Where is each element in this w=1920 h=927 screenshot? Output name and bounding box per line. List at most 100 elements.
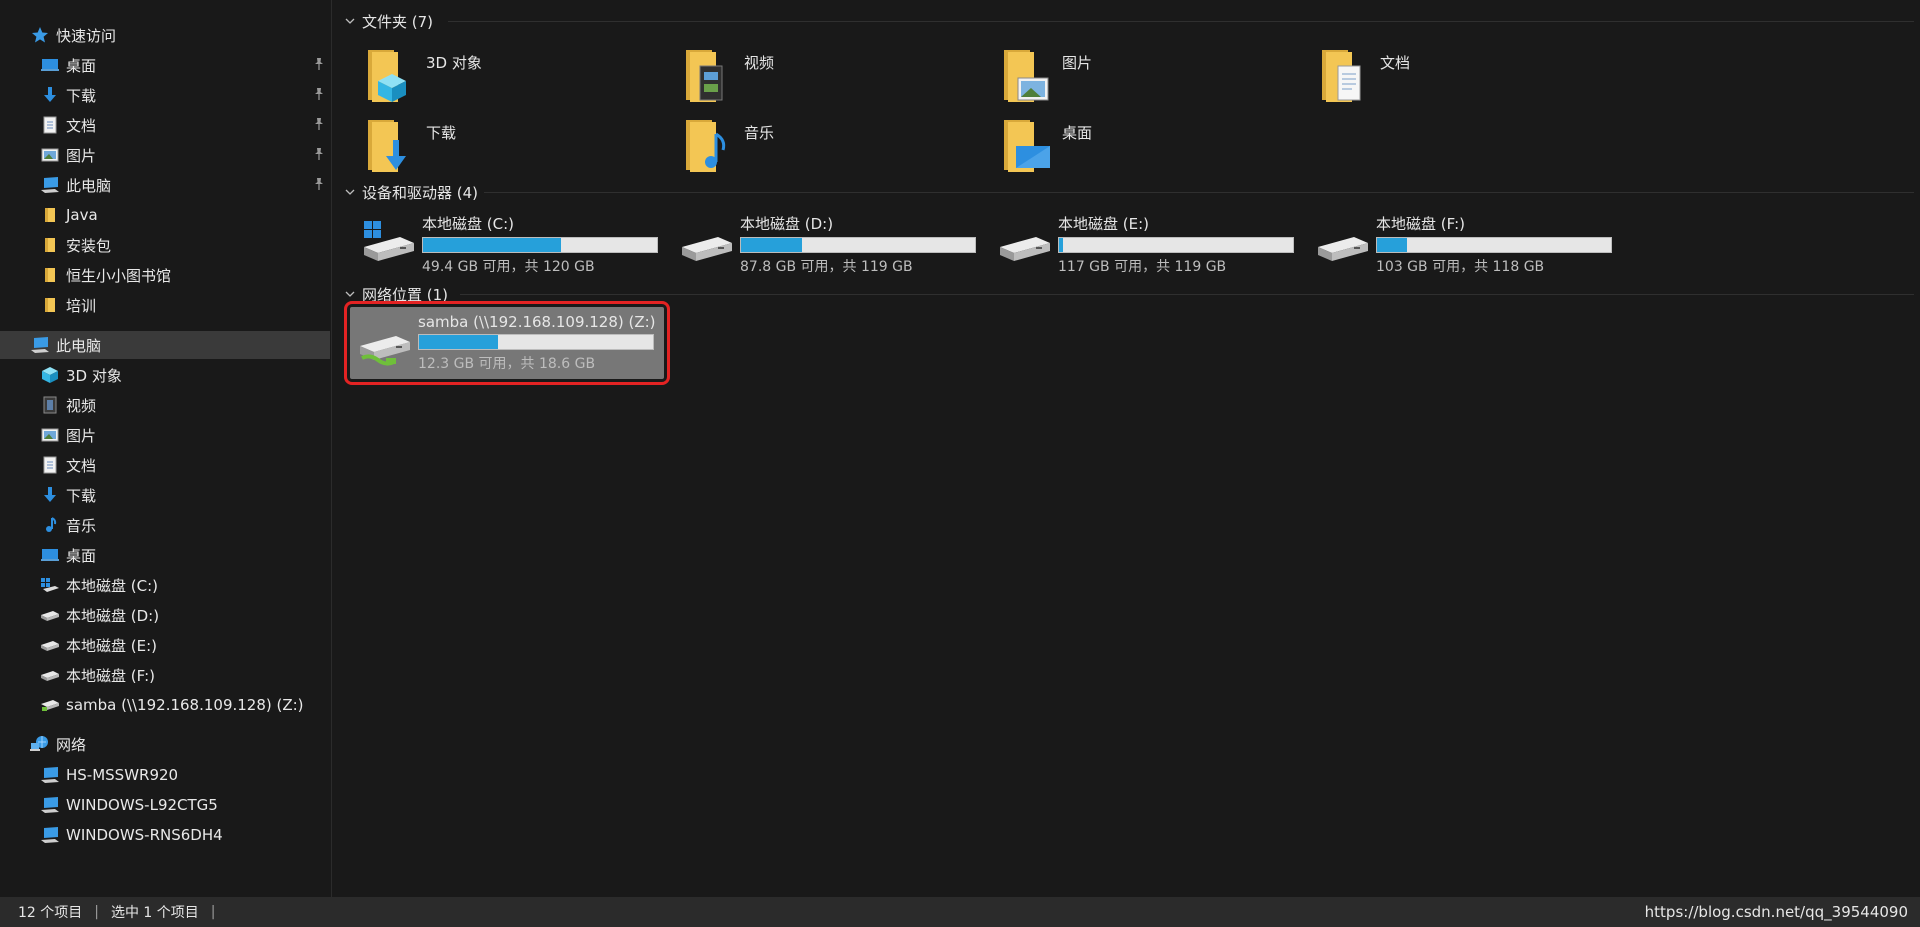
nav-item[interactable]: 下载 [0,481,330,509]
nav-item[interactable]: samba (\\192.168.109.128) (Z:) [0,691,330,719]
folder-tile[interactable]: 桌面 [998,114,1092,178]
nav-label: 图片 [66,426,97,445]
network-icon [30,734,50,754]
nav-item[interactable]: 图片 [0,141,330,169]
nav-network[interactable]: 网络 [0,730,330,758]
usage-bar-fill [419,335,499,349]
nav-item[interactable]: Java [0,201,330,229]
chevron-down-icon [345,291,355,297]
computer-icon [40,765,60,785]
nav-label: 文档 [66,456,97,475]
network-drive-icon [356,318,414,368]
download-icon [40,485,60,505]
drive-tile[interactable]: 本地磁盘 (C:) 49.4 GB 可用，共 120 GB [360,213,658,276]
pin-icon[interactable] [312,87,326,101]
nav-label: 培训 [66,296,97,315]
nav-label: 本地磁盘 (E:) [66,636,158,655]
nav-item[interactable]: 此电脑 [0,171,330,199]
nav-item[interactable]: 本地磁盘 (D:) [0,601,330,629]
picture-icon [40,145,60,165]
drive-space: 49.4 GB 可用，共 120 GB [422,258,595,275]
drive-info: samba (\\192.168.109.128) (Z:) 12.3 GB 可用… [418,313,656,373]
drive-space: 117 GB 可用，共 119 GB [1058,258,1227,275]
video-folder-icon [680,44,740,104]
nav-item[interactable]: 下载 [0,81,330,109]
drive-tile[interactable]: 本地磁盘 (E:) 117 GB 可用，共 119 GB [996,214,1294,275]
nav-item[interactable]: 本地磁盘 (E:) [0,631,330,659]
folder-tile[interactable]: 下载 [362,114,456,178]
nav-label: 本地磁盘 (D:) [66,606,160,625]
nav-item[interactable]: WINDOWS-L92CTG5 [0,791,330,819]
pin-icon[interactable] [312,57,326,71]
nav-item[interactable]: 3D 对象 [0,361,330,389]
star-icon [30,25,50,45]
nav-item[interactable]: 视频 [0,391,330,419]
download-icon [40,85,60,105]
nav-item[interactable]: 本地磁盘 (F:) [0,661,330,689]
nav-label: 快速访问 [56,26,117,45]
group-title: 设备和驱动器 (4) [362,183,479,202]
folder-tile[interactable]: 音乐 [680,114,774,178]
nav-label: Java [66,206,98,224]
nav-item[interactable]: WINDOWS-RNS6DH4 [0,821,330,849]
drive-info: 本地磁盘 (C:) 49.4 GB 可用，共 120 GB [422,213,658,276]
drive-tile[interactable]: 本地磁盘 (F:) 103 GB 可用，共 118 GB [1314,214,1612,275]
drive-tile[interactable]: 本地磁盘 (D:) 87.8 GB 可用，共 119 GB [678,214,976,275]
drive-name: 本地磁盘 (E:) [1058,214,1150,233]
group-header-folders[interactable]: 文件夹 (7) [344,11,433,31]
nav-label: 安装包 [66,236,112,255]
group-header-drives[interactable]: 设备和驱动器 (4) [344,182,478,202]
group-title: 网络位置 (1) [362,285,449,304]
nav-item[interactable]: 桌面 [0,541,330,569]
nav-label: 下载 [66,86,97,105]
nav-label: 桌面 [66,546,97,565]
status-bar: 12 个项目 | 选中 1 个项目 | https://blog.csdn.ne… [0,897,1920,927]
nav-item[interactable]: 图片 [0,421,330,449]
nav-label: 桌面 [66,56,97,75]
video-icon [40,395,60,415]
folder-tile[interactable]: 文档 [1316,44,1410,108]
nav-item[interactable]: 文档 [0,111,330,139]
drive-name: 本地磁盘 (C:) [422,214,514,233]
group-header-network[interactable]: 网络位置 (1) [344,284,448,304]
pin-icon[interactable] [312,147,326,161]
drive-tile[interactable]: samba (\\192.168.109.128) (Z:) 12.3 GB 可用… [356,313,656,373]
folder-tile[interactable]: 3D 对象 [362,44,482,108]
desktop-icon [40,545,60,565]
pin-icon[interactable] [312,117,326,131]
nav-this-pc[interactable]: 此电脑 [0,331,330,359]
nav-label: 图片 [66,146,97,165]
folder-icon [40,235,60,255]
nav-item[interactable]: 培训 [0,291,330,319]
nav-item[interactable]: 音乐 [0,511,330,539]
usage-bar [740,236,976,253]
3d-objects-folder-icon [362,44,422,104]
folder-tile[interactable]: 视频 [680,44,774,108]
download-folder-icon [362,114,422,174]
usage-bar-fill [741,237,803,252]
folder-icon [40,205,60,225]
nav-item[interactable]: 桌面 [0,51,330,79]
pin-icon[interactable] [312,177,326,191]
folder-tile[interactable]: 图片 [998,44,1092,108]
folder-label: 视频 [744,54,775,72]
folder-label: 图片 [1062,54,1093,72]
status-separator: | [210,904,216,920]
usage-bar [422,236,658,253]
usage-bar-fill [1059,237,1063,252]
nav-item[interactable]: 安装包 [0,231,330,259]
system-drive-icon [360,219,418,269]
desktop-icon [40,55,60,75]
music-icon [40,515,60,535]
nav-item[interactable]: HS-MSSWR920 [0,761,330,789]
nav-label: 文档 [66,116,97,135]
nav-item[interactable]: 恒生小小图书馆 [0,261,330,289]
nav-label: 本地磁盘 (C:) [66,576,158,595]
nav-item[interactable]: 文档 [0,451,330,479]
picture-folder-icon [998,44,1058,104]
nav-item[interactable]: 本地磁盘 (C:) [0,571,330,599]
watermark-url: https://blog.csdn.net/qq_39544090 [1644,903,1908,921]
usage-bar [418,334,654,350]
nav-label: 3D 对象 [66,366,122,385]
nav-quick-access[interactable]: 快速访问 [0,21,330,49]
